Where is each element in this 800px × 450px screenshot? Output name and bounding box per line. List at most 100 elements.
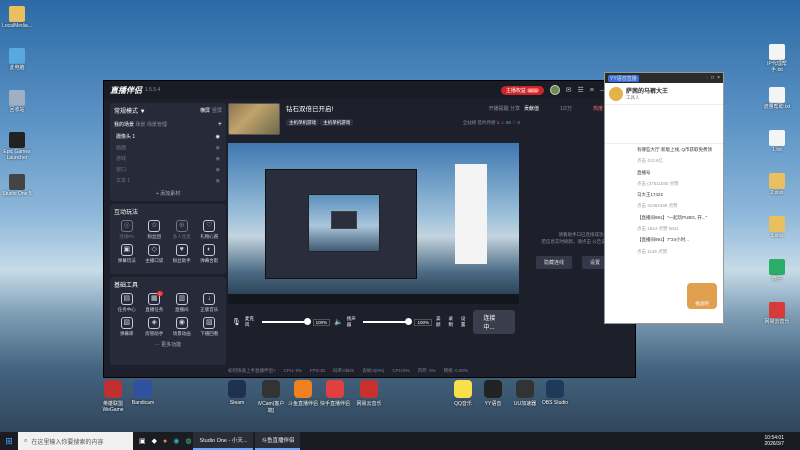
desktop-icon[interactable]: 流量帮助.txt <box>762 87 792 111</box>
base-tool[interactable]: ▨ 下播回看 <box>197 317 223 337</box>
source-item[interactable]: 游戏 ◉ <box>114 153 222 164</box>
desktop-icon[interactable]: 2.xlsx <box>762 173 792 197</box>
dock-shortcut[interactable]: 快手直播伴侣 <box>320 380 350 407</box>
base-tool[interactable]: ↓ 正版音乐 <box>197 293 223 313</box>
interact-tool[interactable]: ♥ 粉丝助手 <box>169 244 195 264</box>
chat-maximize-icon[interactable]: □ <box>711 75 714 81</box>
interact-tool[interactable]: ◎ 连线PK <box>114 220 140 240</box>
interact-tool[interactable]: ⊕ 多人连麦 <box>169 220 195 240</box>
interact-tool[interactable]: ☆ 粉丝团 <box>142 220 168 240</box>
desktop-icon[interactable]: 微信 <box>762 259 792 283</box>
add-scene-button[interactable]: + <box>218 121 222 128</box>
taskbar-app-studio-one[interactable]: Studio One - 小天... <box>193 432 254 450</box>
desktop-icon[interactable]: 3.xlsx <box>762 216 792 240</box>
app-icon-2[interactable]: ● <box>163 438 167 445</box>
dock-shortcut[interactable]: YY语音 <box>478 380 508 407</box>
rank-chip[interactable]: 全站榜 <box>463 120 477 125</box>
avatar[interactable] <box>549 85 560 95</box>
base-tool[interactable]: ▧ 弹幕库 <box>114 317 140 337</box>
record-button[interactable]: 录制 <box>448 316 456 328</box>
base-tool[interactable]: ◉ 场景动画 <box>169 317 195 337</box>
chat-close-icon[interactable]: × <box>717 75 720 81</box>
eye-icon[interactable]: ◉ <box>216 145 220 151</box>
desktop-icon[interactable]: 回收站 <box>2 90 32 114</box>
base-tool[interactable]: ▤ 任务中心 <box>114 293 140 313</box>
eye-icon[interactable]: ◉ <box>216 178 220 184</box>
landscape-toggle[interactable]: 横屏 <box>200 108 210 114</box>
source-item[interactable]: 画面 ◉ <box>114 142 222 153</box>
tab-heat[interactable]: 热度 <box>593 105 603 112</box>
dock-shortcut[interactable]: Steam <box>222 380 252 406</box>
interact-tool[interactable]: ◇ 主播口袋 <box>142 244 168 264</box>
speaker-slider[interactable] <box>363 318 413 325</box>
portrait-toggle[interactable]: 竖屏 <box>212 108 222 114</box>
mic-icon[interactable]: 🎙 <box>232 318 241 326</box>
chat-list-item[interactable]: 马大王17422 <box>605 189 723 200</box>
source-item[interactable]: 窗口 ◉ <box>114 164 222 175</box>
taskbar-search[interactable]: ⌕ 在这里输入你要搜索的内容 <box>18 432 133 450</box>
source-item[interactable]: 文本 1 ◉ <box>114 175 222 186</box>
desktop-icon[interactable]: Studio One 5 <box>2 174 32 198</box>
chat-list-item[interactable]: 直播号 <box>605 167 723 178</box>
taskview-icon[interactable]: ▣ <box>139 437 146 445</box>
chat-minimize-icon[interactable]: · <box>706 75 708 81</box>
chat-list-item[interactable]: 点击 (37511040 点赞 <box>605 178 723 189</box>
interact-tool[interactable]: ◐ 弹幕合影 <box>197 244 223 264</box>
desktop-icon[interactable]: 网易云音乐 <box>762 302 792 326</box>
contract-rank-chip[interactable]: 签约月榜 <box>478 120 496 125</box>
live-preview[interactable] <box>228 143 519 304</box>
chat-list-item[interactable]: 有哪些大厅·新版上线, Q币获取免费领 <box>605 144 723 155</box>
dock-shortcut[interactable]: 斗鱼直播伴侣 <box>288 380 318 407</box>
windows-start-icon[interactable]: ⊞ <box>0 432 18 450</box>
mic-slider[interactable] <box>261 318 311 325</box>
gift-icon[interactable]: ☰ <box>578 86 584 94</box>
base-tool[interactable]: ▦ 直播任务 1 <box>142 291 168 313</box>
dock-shortcut[interactable]: UU加速器 <box>510 380 540 407</box>
category-tag[interactable]: 主机单机游戏 <box>286 119 319 126</box>
base-tool[interactable]: ▥ 直播间 <box>169 293 195 313</box>
chrome-icon[interactable]: ◍ <box>185 437 191 445</box>
dock-shortcut[interactable]: 英雄联盟WeGame <box>98 380 128 413</box>
tab-contribution[interactable]: 贡献值 <box>524 105 539 112</box>
desktop-icon[interactable]: IP代理帮手.txt <box>762 44 792 73</box>
stream-title[interactable]: 钻石双倍已开启! <box>286 103 333 113</box>
help-link[interactable]: 如何快速上手直播伴侣? <box>228 368 276 374</box>
edge-icon[interactable]: ◉ <box>173 437 179 445</box>
taskbar-clock[interactable]: 10:54:01 2026/3/7 <box>765 435 800 448</box>
chat-avatar[interactable] <box>609 86 623 101</box>
start-live-button[interactable]: 连接中... <box>473 310 515 334</box>
hide-link-button[interactable]: 隐藏连线 <box>536 256 573 269</box>
desktop-icon[interactable]: LocalMedia... <box>2 6 32 30</box>
dock-shortcut[interactable]: QQ音乐 <box>448 380 478 407</box>
taskbar-app-companion[interactable]: 斗鱼直播伴侣 <box>255 432 301 450</box>
more-features-link[interactable]: ··· 更多功能 <box>114 341 222 348</box>
dock-shortcut[interactable]: OBS Studio <box>540 380 570 406</box>
message-icon[interactable]: ✉ <box>566 86 572 94</box>
desktop-icon[interactable]: 此电脑 <box>2 48 32 72</box>
interact-tool[interactable]: ▣ 弹幕玩法 <box>114 244 140 264</box>
desktop-icon[interactable]: 1.txt <box>762 130 792 154</box>
app-icon-1[interactable]: ◆ <box>152 437 157 445</box>
chat-list-item[interactable]: 点击 1614 点赞 5841 <box>605 223 723 234</box>
stream-cover[interactable] <box>228 103 280 135</box>
base-tool[interactable]: ◈ 房管助手 <box>142 317 168 337</box>
dock-shortcut[interactable]: Bandicam <box>128 380 158 406</box>
speaker-icon[interactable]: 🔈 <box>334 318 343 326</box>
chat-list-item[interactable]: 【直播间991】7"24小时... <box>605 234 723 245</box>
chat-list-item[interactable]: 点击 31382438 点赞 <box>605 200 723 211</box>
chat-list-item[interactable]: 点击 1136 点赞 <box>605 246 723 257</box>
tab-contribution-range[interactable]: 1/2万 <box>560 105 572 112</box>
anchor-rights-button[interactable]: 主播权益 NEW <box>500 85 544 95</box>
tab-my-scene[interactable]: 我的场景 <box>114 122 134 128</box>
dock-shortcut[interactable]: iVCam(客户端) <box>256 380 286 414</box>
source-item[interactable]: 摄像头 1 ◉ <box>114 131 222 142</box>
tab-scene-manage[interactable]: 场景管理 <box>147 122 167 128</box>
eye-icon[interactable]: ◉ <box>216 167 220 173</box>
chat-list-item[interactable]: 点击 413.6亿 <box>605 155 723 166</box>
menu-icon[interactable]: ≡ <box>590 87 594 94</box>
chat-list-item[interactable]: 【直播间991】"一起玩PUBG, 开..." <box>605 212 723 223</box>
subcategory-tag[interactable]: 主机单机游戏 <box>320 119 354 126</box>
mode-select[interactable]: 常规模式 ▼ <box>114 106 146 115</box>
beauty-button[interactable]: 美颜 <box>436 316 444 328</box>
tab-scene[interactable]: 场景 <box>135 122 145 128</box>
